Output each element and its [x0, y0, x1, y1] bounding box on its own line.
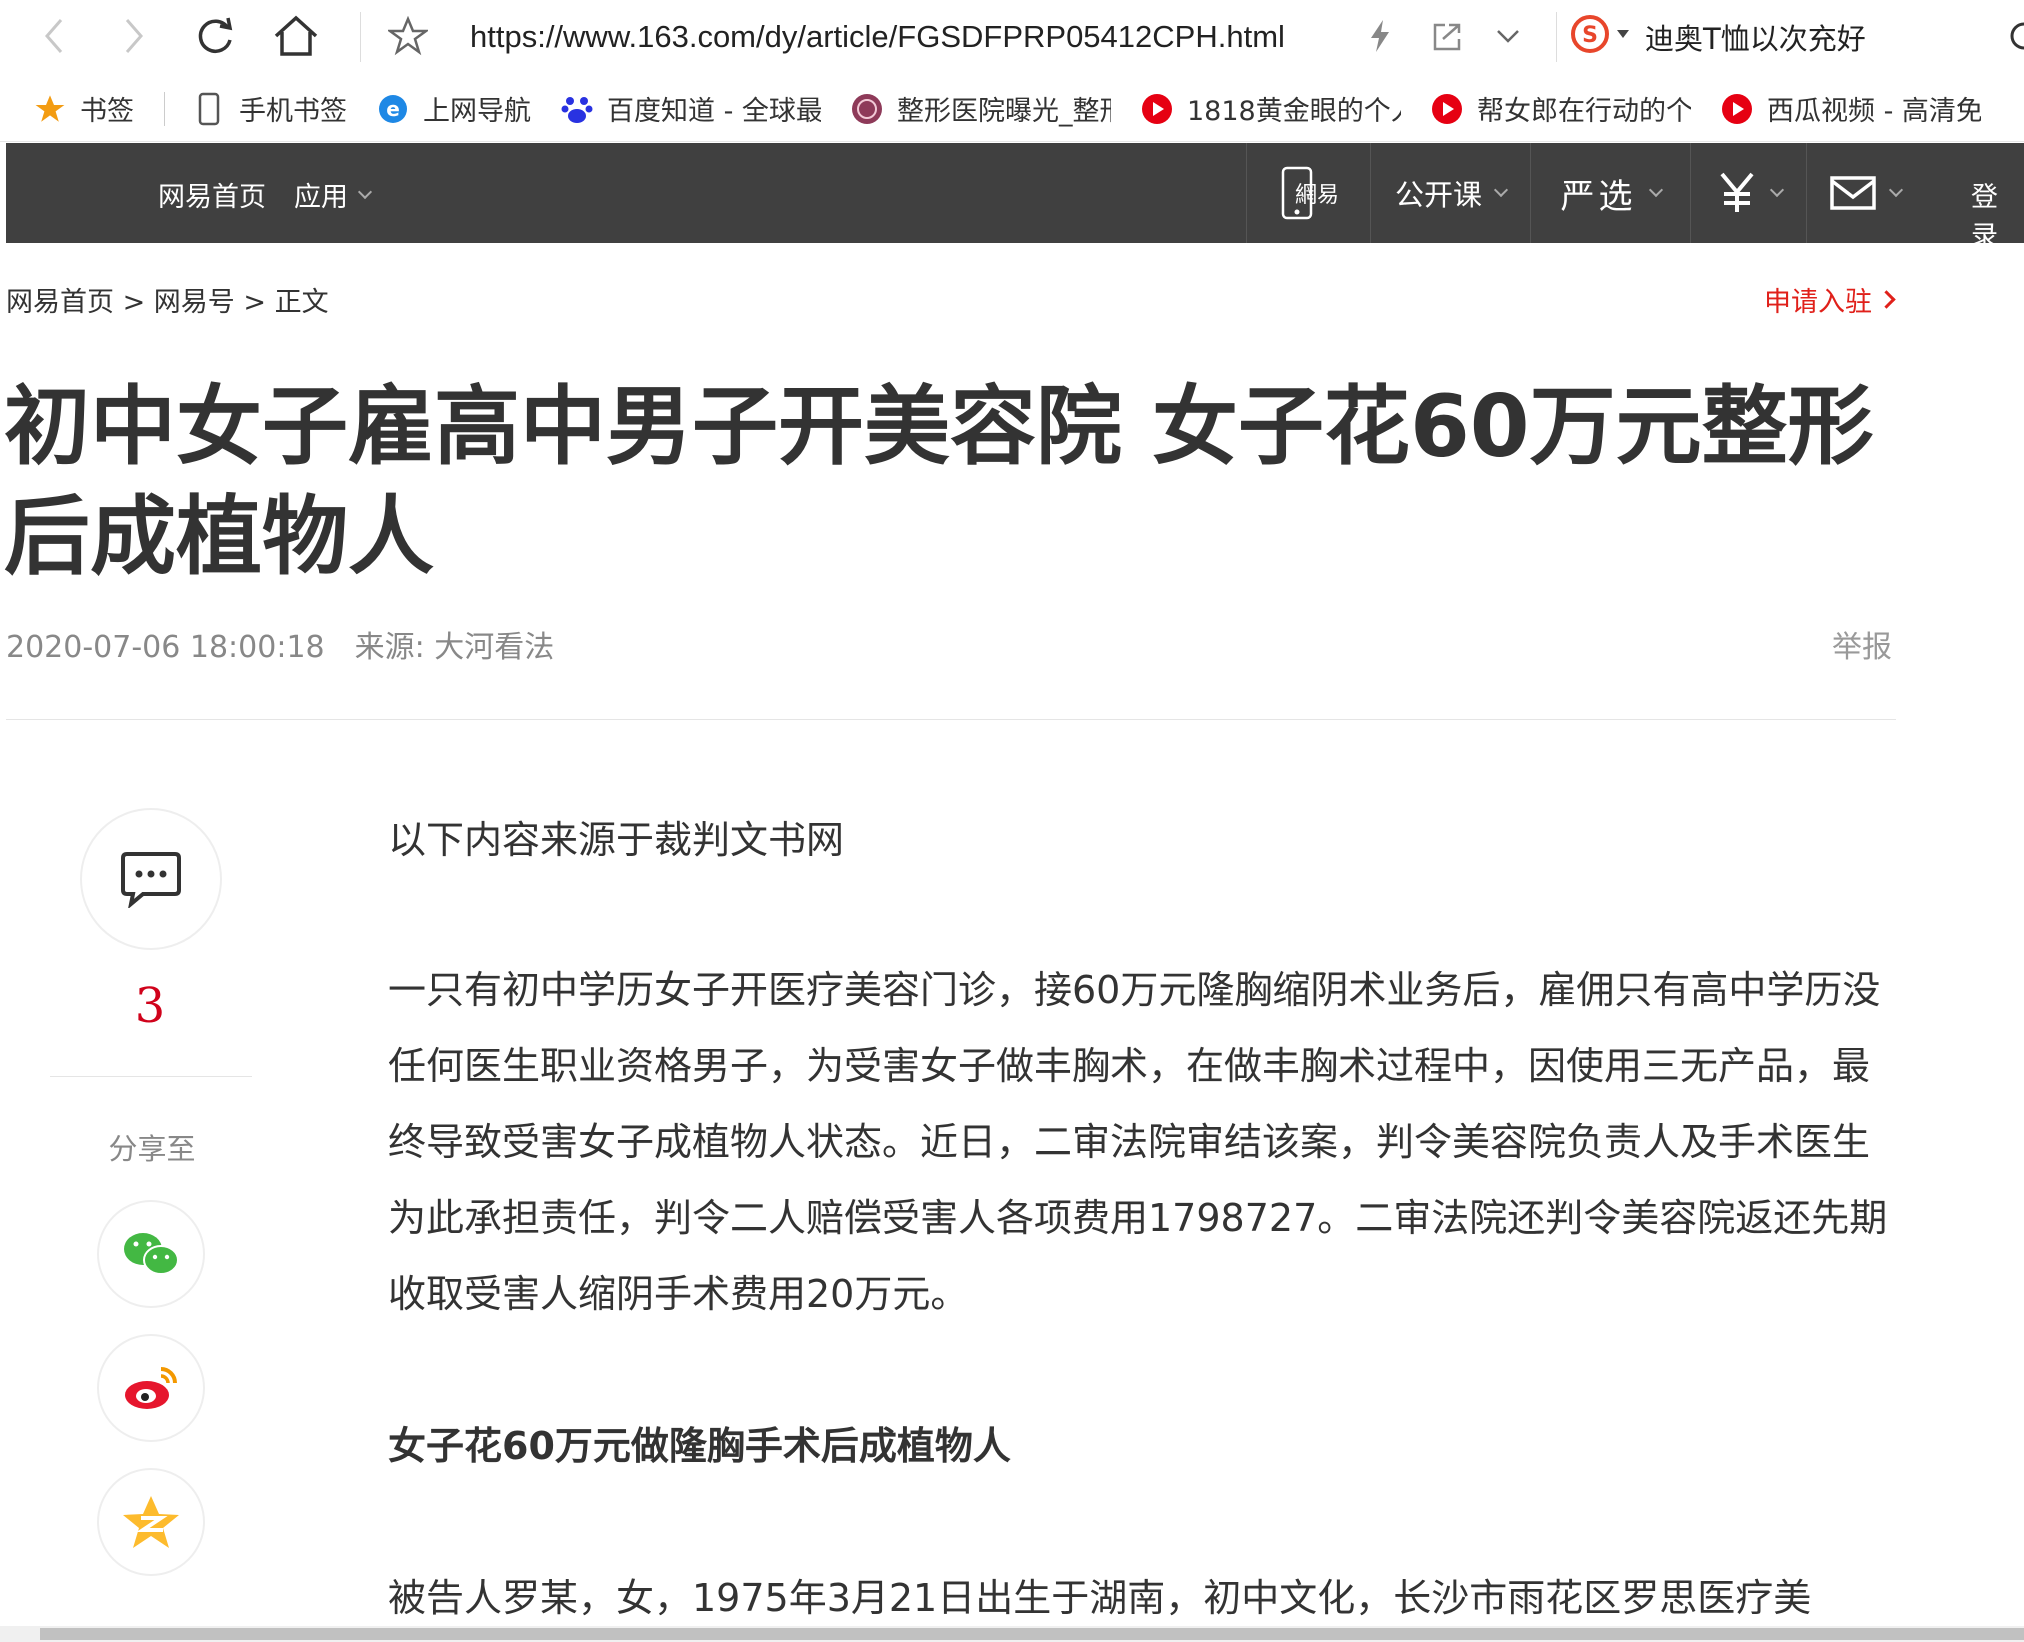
bookmark-divider — [164, 91, 165, 126]
nav-yanxuan[interactable]: 严选 — [1530, 143, 1690, 243]
reload-icon — [198, 17, 233, 53]
bookmark-item[interactable]: 1818黄金眼的个人 — [1141, 76, 1401, 141]
mail-icon — [1829, 176, 1876, 210]
nav-open-course[interactable]: 公开课 — [1370, 143, 1530, 243]
nav-apps-menu[interactable]: 应用 — [294, 175, 373, 214]
home-icon — [274, 15, 318, 56]
share-icon — [1433, 23, 1461, 51]
article-paragraph: 被告人罗某，女，1975年3月21日出生于湖南，初中文化，长沙市雨花区罗思医疗美 — [388, 1576, 1812, 1620]
chevron-down-icon — [1497, 30, 1519, 43]
hospital-logo-icon — [851, 93, 883, 125]
breadcrumb[interactable]: 网易首页 > 网易号 > 正文 — [6, 280, 329, 319]
comment-count[interactable]: 3 — [100, 978, 200, 1034]
search-engine-selector[interactable]: S — [1570, 14, 1630, 54]
header-divider — [6, 719, 1896, 720]
apply-join-label: 申请入驻 — [1764, 287, 1872, 318]
site-nav-bar: 网易首页 应用 網易 公开课 严选 登录 — [6, 143, 2024, 252]
star-icon — [34, 93, 66, 125]
wechat-icon — [124, 1233, 179, 1275]
chevron-right-icon — [1877, 290, 1896, 309]
comment-bubble-icon — [121, 852, 181, 908]
search-icon[interactable] — [2004, 20, 2024, 56]
nav-open-course-label: 公开课 — [1394, 178, 1482, 212]
caret-down-icon — [1617, 30, 1629, 38]
chevron-down-icon — [1769, 182, 1784, 198]
chevron-down-icon — [1493, 182, 1509, 198]
toolbar-divider — [1556, 12, 1557, 62]
login-link[interactable]: 登录 — [1971, 175, 2024, 253]
horizontal-scrollbar[interactable] — [0, 1626, 2024, 1642]
toolbar-divider — [360, 12, 361, 62]
article-paragraph: 以下内容来源于裁判文书网 — [388, 818, 845, 862]
address-bar[interactable]: https://www.163.com/dy/article/FGSDFPRP0… — [470, 14, 1330, 60]
chevron-right-icon — [125, 19, 143, 53]
bookmark-item[interactable]: 帮女郎在行动的个 — [1431, 76, 1691, 141]
dropdown-button[interactable] — [1478, 6, 1538, 66]
red-play-icon — [1141, 93, 1173, 125]
red-play-icon — [1431, 93, 1463, 125]
share-qzone-button[interactable] — [97, 1468, 205, 1576]
share-page-button[interactable] — [1418, 6, 1478, 66]
back-button[interactable] — [24, 6, 84, 66]
bookmark-item[interactable]: 百度知道 - 全球最 — [561, 76, 821, 141]
share-to-label: 分享至 — [108, 1132, 196, 1166]
ie-icon: e — [377, 93, 409, 125]
weibo-icon — [125, 1367, 177, 1409]
nav-mail[interactable] — [1806, 143, 1922, 243]
yen-icon — [1719, 172, 1754, 212]
article-paragraph: 一只有初中学历女子开医疗美容门诊，接60万元隆胸缩阴术业务后，雇佣只有高中学历没… — [388, 968, 1888, 1316]
forward-button[interactable] — [104, 6, 164, 66]
article-meta: 2020-07-06 18:00:18 来源: 大河看法 — [6, 622, 554, 666]
chevron-down-icon — [1888, 182, 1903, 198]
chevron-down-icon — [1648, 182, 1663, 198]
article-title: 初中女子雇高中男子开美容院 女子花60万元整形后成植物人 — [4, 377, 1874, 587]
article-subheading: 女子花60万元做隆胸手术后成植物人 — [388, 1424, 1011, 1468]
svg-text:S: S — [1582, 23, 1598, 48]
star-outline-icon — [388, 16, 428, 56]
nav-home-link[interactable]: 网易首页 — [158, 175, 266, 214]
nav-mobile-app[interactable]: 網易 — [1246, 143, 1370, 243]
nav-payment[interactable] — [1690, 143, 1806, 243]
sogou-icon: S — [1571, 15, 1609, 53]
comment-button[interactable] — [80, 808, 222, 950]
home-button[interactable] — [266, 6, 326, 66]
nav-apps-label: 应用 — [294, 182, 348, 213]
scrollbar-thumb[interactable] — [40, 1628, 2024, 1640]
nav-mobile-label: 網易 — [1295, 183, 1340, 208]
baidu-paw-icon — [561, 93, 593, 125]
favorite-button[interactable] — [378, 6, 438, 66]
nav-yanxuan-label: 严选 — [1560, 176, 1637, 217]
search-input[interactable]: 迪奥T恤以次充好 — [1645, 16, 1866, 58]
report-link[interactable]: 举报 — [1832, 622, 1892, 666]
speed-mode-button[interactable] — [1350, 6, 1410, 66]
bookmark-item[interactable]: 书签 — [34, 76, 134, 141]
bookmark-item[interactable]: 手机书签 — [193, 76, 347, 141]
red-play-icon — [1721, 93, 1753, 125]
rail-divider — [50, 1076, 252, 1077]
share-weibo-button[interactable] — [97, 1334, 205, 1442]
article-source[interactable]: 来源: 大河看法 — [355, 630, 555, 665]
bookmark-item[interactable]: e 上网导航 — [377, 76, 531, 141]
bookmark-item[interactable]: 整形医院曝光_整形 — [851, 76, 1111, 141]
bookmark-item[interactable]: 西瓜视频 - 高清免 — [1721, 76, 1981, 141]
bookmarks-bar: 书签 手机书签 e 上网导航 百度知道 - 全球最 整形医院曝光_整形 1818… — [0, 76, 2024, 142]
chevron-left-icon — [45, 19, 63, 53]
phone-icon — [193, 92, 225, 125]
qzone-star-icon — [123, 1496, 179, 1548]
browser-toolbar: https://www.163.com/dy/article/FGSDFPRP0… — [0, 0, 2024, 76]
share-wechat-button[interactable] — [97, 1200, 205, 1308]
lightning-icon — [1371, 20, 1389, 52]
reload-button[interactable] — [186, 6, 246, 66]
chevron-down-icon — [357, 184, 373, 199]
publish-date: 2020-07-06 18:00:18 — [6, 630, 325, 665]
apply-join-link[interactable]: 申请入驻 — [1764, 280, 1896, 319]
svg-text:e: e — [386, 97, 400, 121]
